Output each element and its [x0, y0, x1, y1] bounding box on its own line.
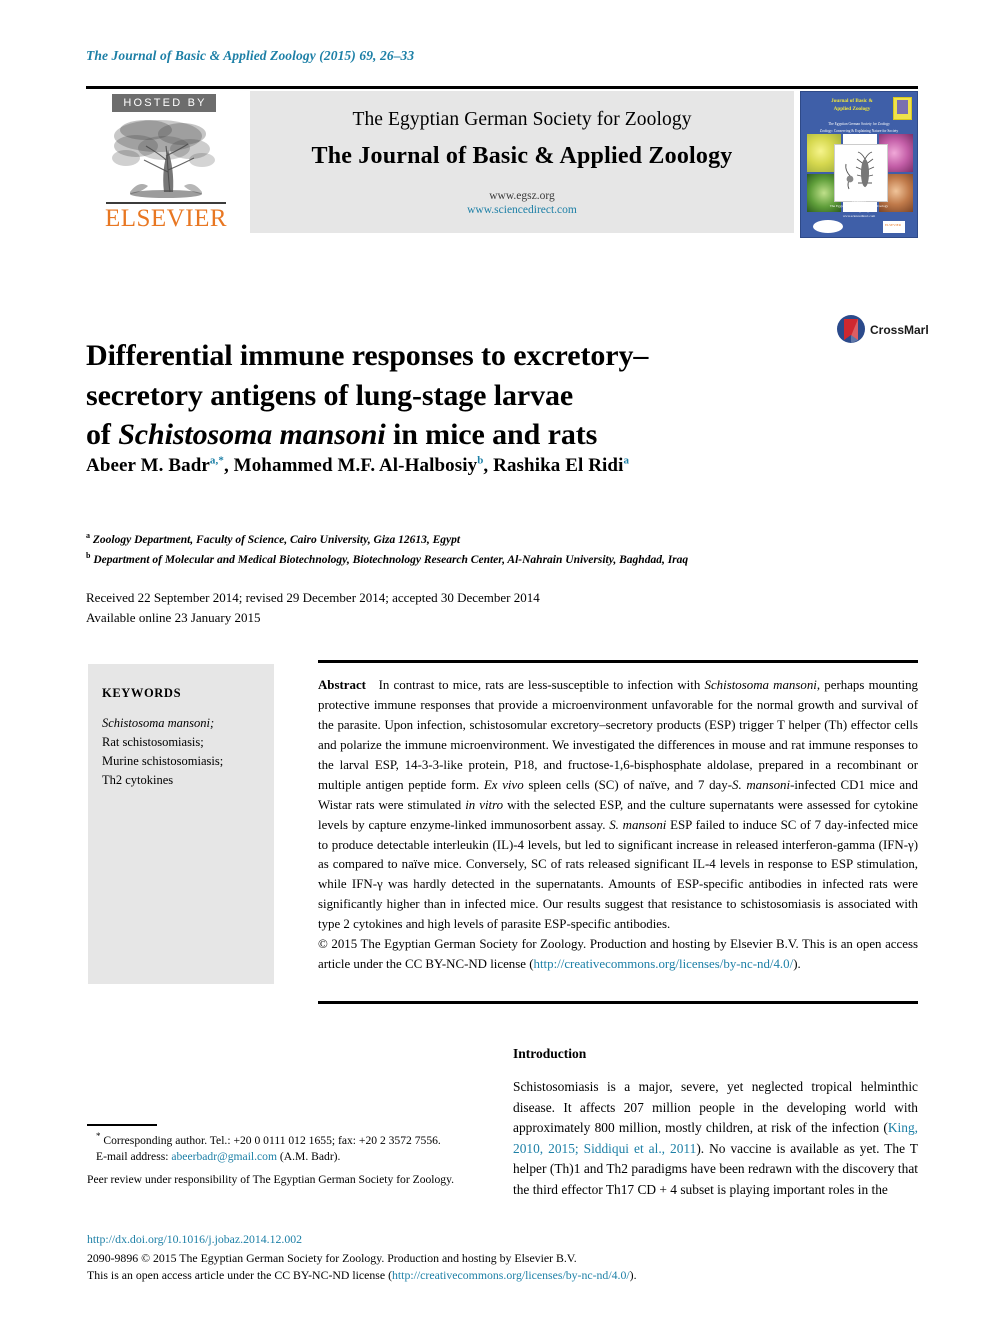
elsevier-tree-icon: [112, 120, 215, 198]
title-species-name: Schistosoma mansoni: [118, 418, 386, 452]
cover-center-specimen-image: [834, 144, 888, 202]
footnote-rule: [87, 1124, 157, 1126]
asterisk-icon: *: [96, 1131, 101, 1141]
journal-banner: The Egyptian German Society for Zoology …: [250, 91, 794, 233]
cover-society-seal-icon: [893, 97, 912, 120]
journal-cover-thumbnail[interactable]: Journal of Basic & Applied Zoology The E…: [800, 91, 918, 238]
abstract-label: Abstract: [318, 678, 366, 692]
cover-title: Journal of Basic & Applied Zoology: [831, 98, 873, 112]
peer-review-note: Peer review under responsibility of The …: [87, 1172, 455, 1186]
affiliation-b: b Department of Molecular and Medical Bi…: [86, 550, 689, 566]
elsevier-logo-block: HOSTED BY ELSEVIER: [86, 91, 246, 231]
author-1: Abeer M. Badra,*: [86, 455, 224, 477]
abstract-section: Abstract In contrast to mice, rats are l…: [318, 676, 918, 975]
masthead-top-rule: [86, 86, 918, 89]
affiliation-list: a Zoology Department, Faculty of Science…: [86, 530, 916, 569]
crustacean-icon: [845, 151, 875, 190]
title-line-3-suffix: in mice and rats: [385, 418, 598, 452]
introduction-paragraph: Schistosomiasis is a major, severe, yet …: [513, 1079, 918, 1197]
keywords-box: KEYWORDS Schistosoma mansoni; Rat schist…: [88, 664, 274, 984]
affiliation-a: a Zoology Department, Faculty of Science…: [86, 531, 461, 546]
journal-name: The Journal of Basic & Applied Zoology: [311, 143, 733, 169]
article-page: The Journal of Basic & Applied Zoology (…: [0, 0, 992, 1323]
footnotes-block: * Corresponding author. Tel.: +20 0 0111…: [87, 1130, 507, 1188]
author-1-marks: a,*: [209, 455, 224, 467]
crossmark-icon: CrossMark: [837, 315, 928, 343]
sciencedirect-url[interactable]: www.sciencedirect.com: [250, 203, 794, 217]
cover-footer: Hosted by The Egyptian German Society fo…: [829, 198, 889, 218]
author-sep-1: ,: [223, 455, 234, 477]
cover-subtitle: The Egyptian German Society for Zoology …: [819, 122, 899, 134]
author-3-marks: a: [623, 455, 630, 467]
introduction-heading: Introduction: [513, 1046, 587, 1062]
keywords-list: Schistosoma mansoni; Rat schistosomiasis…: [102, 714, 266, 790]
title-line-2: secretory antigens of lung-stage larvae: [86, 378, 574, 412]
society-name: The Egyptian German Society for Zoology: [352, 109, 692, 130]
footer-license-line: This is an open access article under the…: [87, 1268, 637, 1283]
abstract-copyright: © 2015 The Egyptian German Society for Z…: [318, 937, 918, 972]
footer-issn-line: 2090-9896 © 2015 The Egyptian German Soc…: [87, 1251, 577, 1265]
keyword-item: Murine schistosomiasis;: [102, 754, 224, 768]
footer-cc-license-link[interactable]: http://creativecommons.org/licenses/by-n…: [392, 1268, 630, 1282]
crossmark-badge[interactable]: CrossMark: [836, 312, 928, 346]
abstract-top-rule: [318, 660, 918, 663]
author-email-link[interactable]: abeerbadr@gmail.com: [171, 1150, 277, 1163]
elsevier-wordmark: ELSEVIER: [104, 205, 228, 232]
cover-elsevier-logo-icon: ELSEVIER: [883, 221, 905, 233]
keywords-heading: KEYWORDS: [102, 686, 182, 700]
author-list: Abeer M. Badra,*, Mohammed M.F. Al-Halbo…: [86, 455, 906, 477]
cc-license-link[interactable]: http://creativecommons.org/licenses/by-n…: [534, 957, 794, 971]
email-note: E-mail address: abeerbadr@gmail.com (A.M…: [96, 1150, 341, 1164]
keyword-item: Schistosoma mansoni;: [102, 716, 215, 730]
publication-dates: Received 22 September 2014; revised 29 D…: [86, 588, 686, 627]
dates-available-online: Available online 23 January 2015: [86, 609, 261, 625]
footer-copyright: 2090-9896 © 2015 The Egyptian German Soc…: [87, 1250, 847, 1285]
page-title: Differential immune responses to excreto…: [86, 336, 696, 455]
author-3: Rashika El Ridia: [493, 455, 630, 477]
keyword-item: Rat schistosomiasis;: [102, 735, 204, 749]
cover-society-logo-icon: [813, 220, 843, 233]
title-line-1: Differential immune responses to excreto…: [86, 339, 649, 373]
author-sep-2: ,: [483, 455, 494, 477]
hosted-by-badge: HOSTED BY: [112, 94, 216, 112]
abstract-bottom-rule: [318, 1001, 918, 1004]
title-line-3-prefix: of: [86, 418, 119, 452]
journal-masthead: HOSTED BY ELSEVIER The Egyptian German S…: [86, 86, 918, 238]
society-url: www.egsz.org: [489, 190, 555, 202]
crossmark-label: CrossMark: [870, 323, 928, 337]
running-head: The Journal of Basic & Applied Zoology (…: [86, 48, 415, 63]
elsevier-underline: [106, 202, 226, 204]
banner-urls: www.egsz.org www.sciencedirect.com: [250, 189, 794, 218]
keyword-item: Th2 cytokines: [102, 773, 174, 787]
doi-link[interactable]: http://dx.doi.org/10.1016/j.jobaz.2014.1…: [87, 1232, 302, 1247]
dates-received: Received 22 September 2014; revised 29 D…: [86, 590, 540, 605]
author-2: Mohammed M.F. Al-Halbosiyb: [233, 455, 484, 477]
corresponding-author-note: * Corresponding author. Tel.: +20 0 0111…: [96, 1131, 441, 1147]
